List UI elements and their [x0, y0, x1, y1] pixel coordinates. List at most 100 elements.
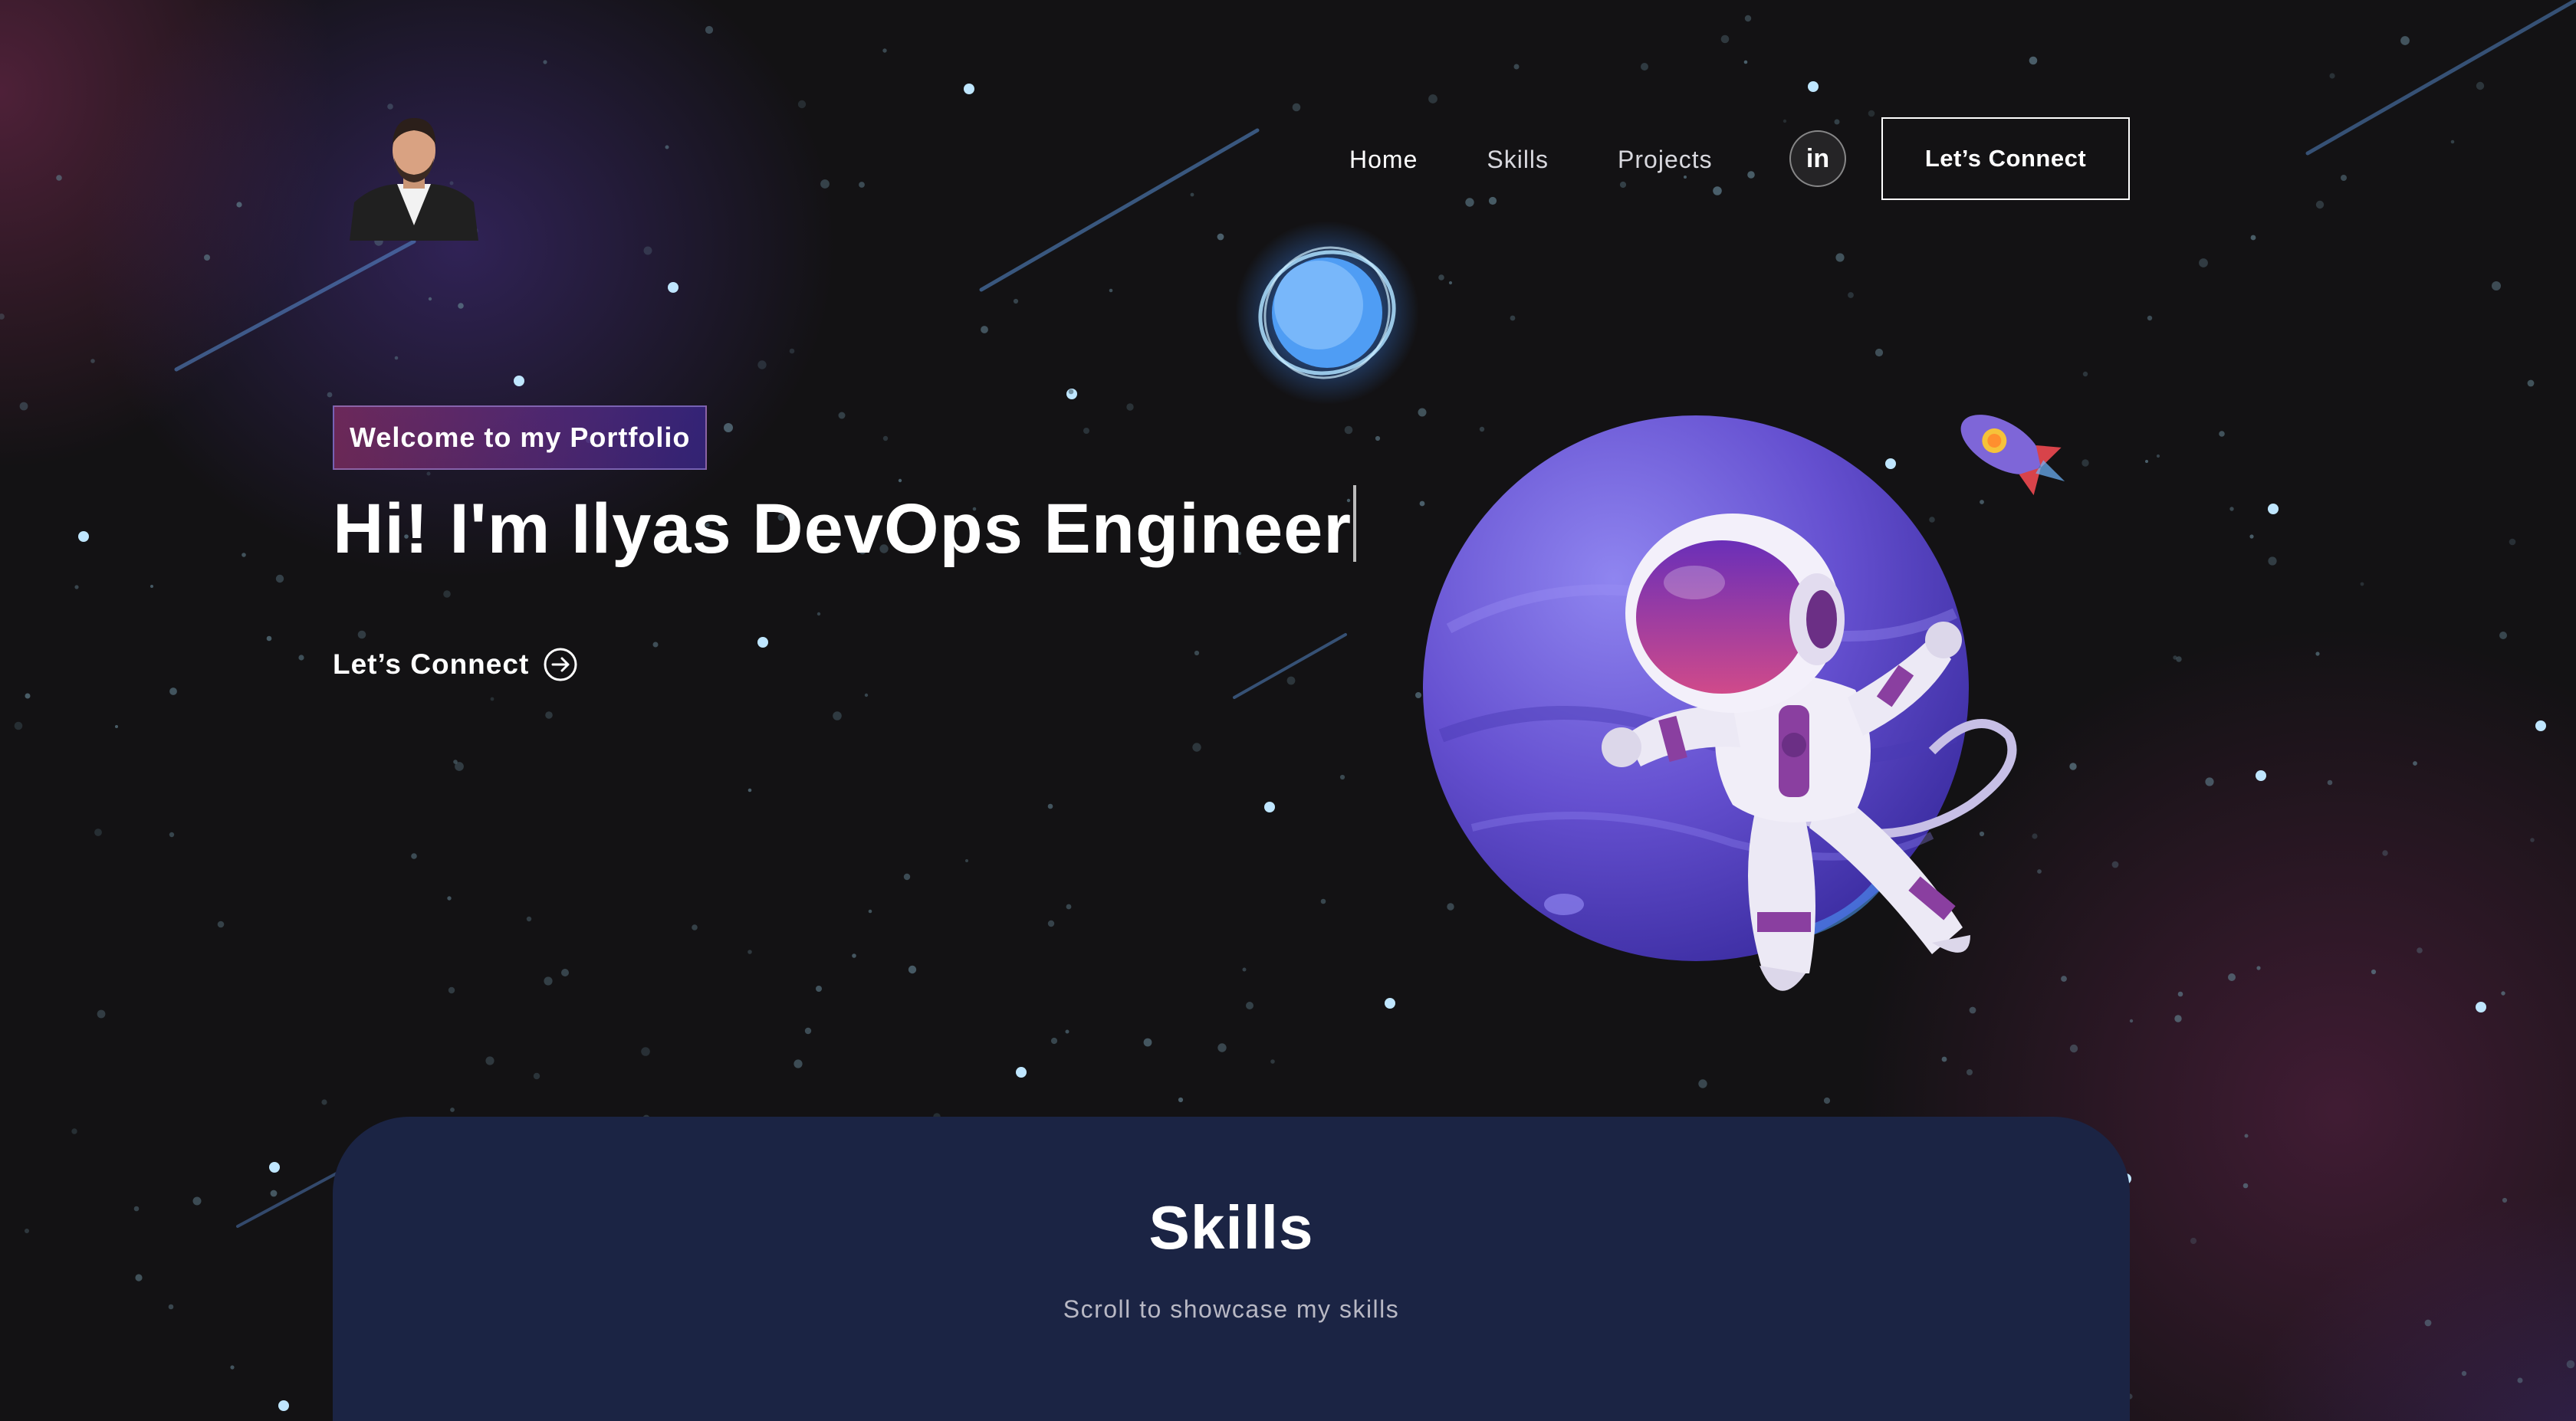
linkedin-icon: in — [1806, 143, 1830, 173]
dim-star — [25, 693, 31, 699]
dim-star — [2205, 777, 2214, 786]
dim-star — [852, 953, 856, 958]
dim-star — [1868, 110, 1875, 117]
dim-star — [2371, 969, 2377, 975]
dim-star — [2268, 556, 2277, 566]
dim-star — [908, 965, 917, 974]
dim-star — [74, 585, 79, 589]
dim-star — [1068, 389, 1074, 395]
dim-star — [1513, 64, 1520, 70]
linkedin-button[interactable]: in — [1789, 130, 1846, 187]
dim-star — [426, 471, 431, 476]
dim-star — [115, 725, 118, 728]
dim-star — [485, 1056, 495, 1065]
star — [1016, 1067, 1027, 1078]
nav-link-home[interactable]: Home — [1349, 146, 1418, 174]
dim-star — [1713, 186, 1722, 195]
skills-title: Skills — [1148, 1193, 1314, 1262]
dim-star — [2499, 632, 2507, 639]
hero-connect-button[interactable]: Let’s Connect — [333, 642, 578, 687]
dim-star — [816, 612, 821, 616]
dim-star — [1641, 63, 1648, 71]
arrow-right-circle-icon — [544, 648, 577, 681]
dim-star — [2176, 656, 2182, 662]
dim-star — [2315, 200, 2325, 209]
dim-star — [1941, 1056, 1947, 1062]
dim-star — [448, 986, 455, 994]
dim-star — [838, 412, 846, 419]
dim-star — [455, 762, 464, 771]
dim-star — [242, 553, 246, 557]
dim-star — [458, 303, 464, 309]
dim-star — [2509, 538, 2516, 546]
nav-connect-button[interactable]: Let’s Connect — [1881, 117, 2130, 200]
dim-star — [2382, 850, 2388, 856]
dim-star — [1698, 1079, 1707, 1088]
dim-star — [898, 478, 902, 483]
dim-star — [882, 435, 889, 441]
nav-link-projects[interactable]: Projects — [1618, 146, 1713, 174]
dim-star — [2341, 175, 2347, 181]
dim-star — [1109, 288, 1113, 293]
dim-star — [19, 402, 28, 411]
dim-star — [1050, 1037, 1058, 1045]
dim-star — [1143, 1038, 1152, 1047]
dim-star — [2069, 1044, 2078, 1053]
dim-star — [2492, 281, 2501, 290]
dim-star — [298, 655, 304, 661]
dim-star — [545, 711, 553, 719]
dim-star — [2219, 431, 2225, 437]
dim-star — [266, 635, 272, 642]
dim-star — [1178, 1097, 1184, 1103]
nav-link-skills[interactable]: Skills — [1487, 146, 1549, 174]
dim-star — [94, 829, 102, 836]
dim-star — [2501, 991, 2505, 996]
dim-star — [450, 1108, 455, 1112]
dim-star — [2174, 1015, 2182, 1022]
dim-star — [864, 693, 869, 697]
rocket — [1960, 415, 2065, 496]
star — [269, 1162, 280, 1173]
star — [757, 637, 768, 648]
dim-star — [833, 711, 842, 720]
dim-star — [1066, 904, 1072, 910]
dim-star — [804, 1027, 812, 1035]
dim-star — [2517, 1377, 2523, 1383]
dim-star — [394, 356, 399, 360]
dim-star — [981, 326, 988, 333]
dim-star — [2244, 1134, 2249, 1138]
dim-star — [526, 916, 532, 922]
dim-star — [748, 788, 752, 793]
portfolio-page: Home Skills Projects in Let’s Connect We… — [0, 0, 2576, 1421]
dim-star — [643, 246, 652, 255]
skills-subtitle: Scroll to showcase my skills — [1063, 1295, 1400, 1323]
dim-star — [641, 1047, 650, 1056]
dim-star — [14, 721, 23, 730]
star — [2268, 504, 2279, 514]
dim-star — [1834, 119, 1840, 125]
dim-star — [2156, 454, 2160, 458]
dim-star — [0, 313, 5, 320]
dim-star — [544, 976, 553, 986]
dim-star — [2199, 258, 2208, 267]
star — [78, 531, 89, 542]
dim-star — [1720, 34, 1730, 44]
dim-star — [387, 103, 393, 110]
dim-star — [1047, 803, 1053, 809]
profile-avatar — [350, 118, 478, 241]
dim-star — [428, 297, 432, 301]
dim-star — [2424, 1319, 2432, 1327]
dim-star — [2177, 991, 2183, 997]
dim-star — [1126, 403, 1134, 411]
dim-star — [1428, 94, 1438, 103]
dim-star — [236, 202, 242, 208]
dim-star — [820, 179, 830, 189]
hero-tagline: Welcome to my Portfolio — [333, 405, 708, 470]
dim-star — [2461, 1370, 2467, 1377]
dim-star — [543, 60, 547, 64]
dim-star — [789, 348, 795, 354]
nav-links: Home Skills Projects — [1349, 138, 1782, 181]
dim-star — [794, 1059, 803, 1068]
dim-star — [217, 921, 225, 928]
dim-star — [2417, 947, 2423, 953]
